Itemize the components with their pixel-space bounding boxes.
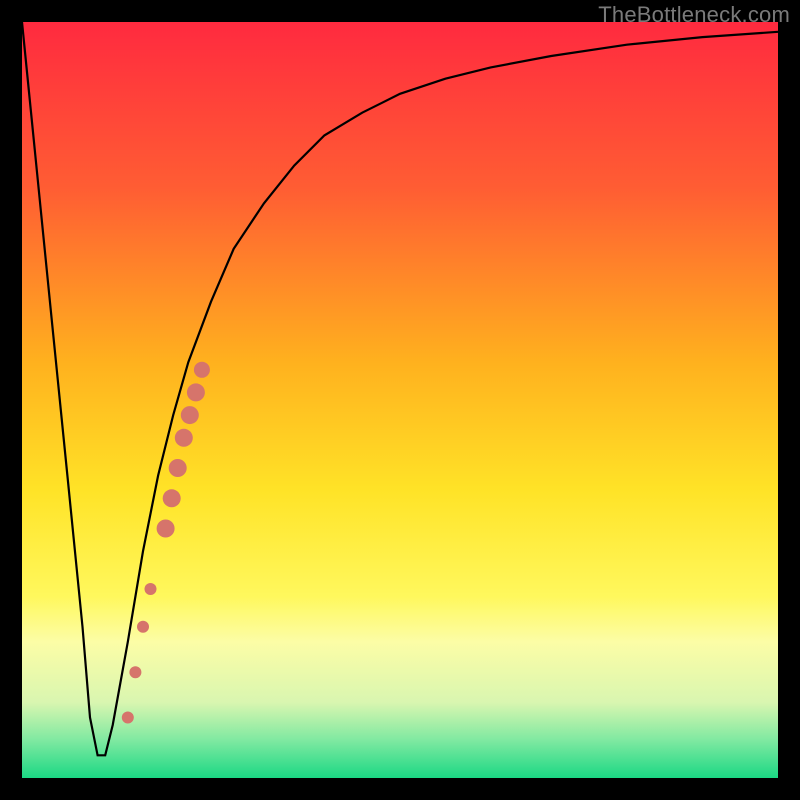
watermark-label: TheBottleneck.com <box>598 2 790 28</box>
highlight-point <box>194 362 210 378</box>
highlight-point <box>163 489 181 507</box>
chart-frame: TheBottleneck.com <box>0 0 800 800</box>
bottleneck-curve <box>22 22 778 755</box>
highlighted-segment <box>122 362 210 724</box>
plot-area <box>22 22 778 778</box>
highlight-point <box>181 406 199 424</box>
highlight-point <box>169 459 187 477</box>
highlight-point <box>137 621 149 633</box>
highlight-point <box>157 520 175 538</box>
highlight-point <box>175 429 193 447</box>
curve-layer <box>22 22 778 778</box>
highlight-point <box>129 666 141 678</box>
highlight-point <box>145 583 157 595</box>
highlight-point <box>187 383 205 401</box>
highlight-point <box>122 712 134 724</box>
